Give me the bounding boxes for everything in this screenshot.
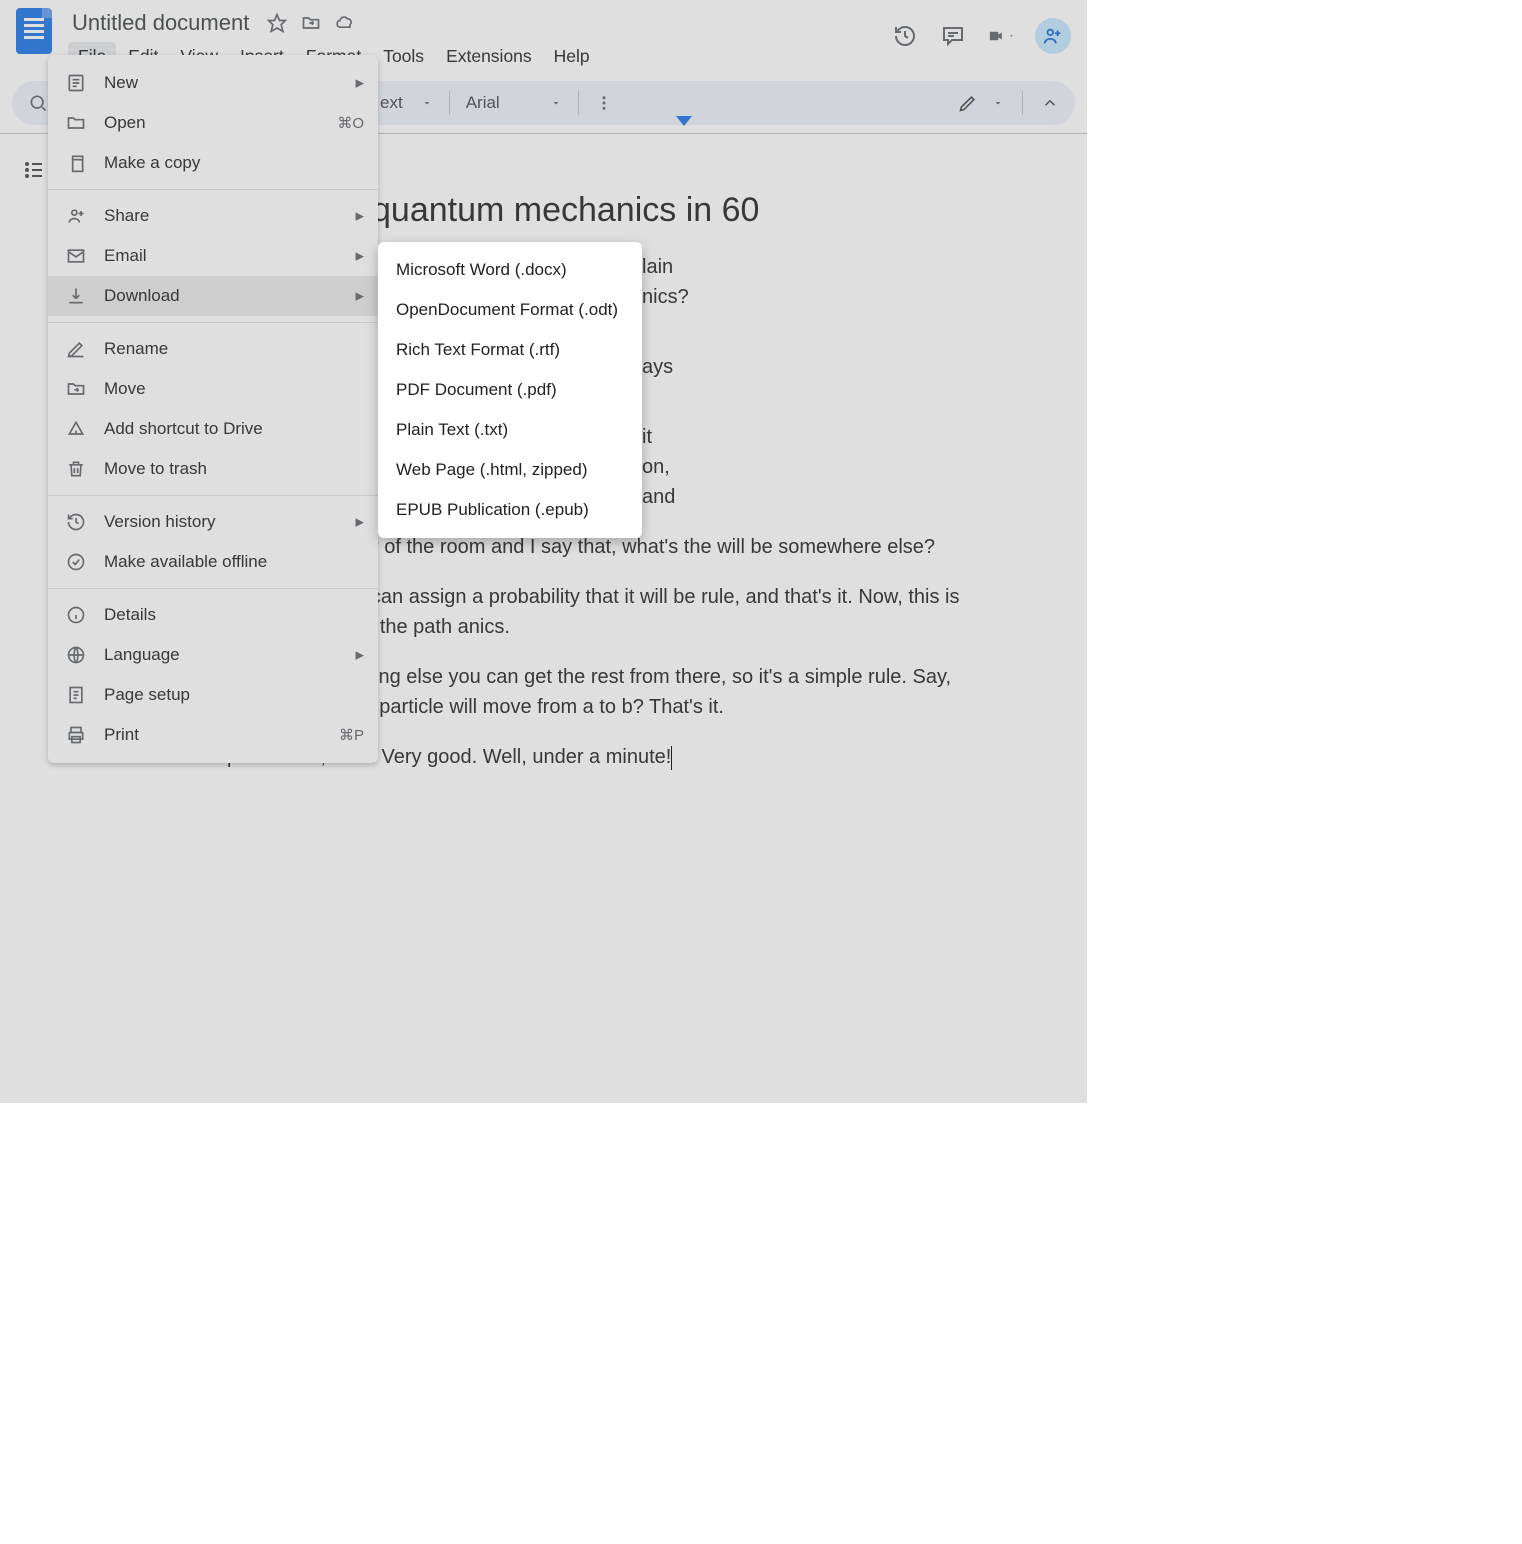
menu-item-new[interactable]: New ▸ bbox=[48, 63, 378, 103]
star-icon[interactable] bbox=[267, 13, 287, 33]
style-dropdown[interactable]: ext bbox=[380, 93, 433, 113]
download-epub[interactable]: EPUB Publication (.epub) bbox=[378, 490, 642, 530]
font-dropdown[interactable]: Arial bbox=[466, 93, 562, 113]
doc-text: lain bbox=[642, 256, 673, 278]
menu-label: Page setup bbox=[104, 685, 190, 705]
menu-item-email[interactable]: Email ▸ bbox=[48, 236, 378, 276]
rename-icon bbox=[66, 339, 86, 359]
menu-item-share[interactable]: Share ▸ bbox=[48, 196, 378, 236]
chevron-right-icon: ▸ bbox=[355, 645, 364, 665]
chevron-right-icon: ▸ bbox=[355, 73, 364, 93]
folder-icon bbox=[66, 113, 86, 133]
menu-label: Print bbox=[104, 725, 139, 745]
email-icon bbox=[66, 246, 86, 266]
chevron-right-icon: ▸ bbox=[355, 286, 364, 306]
menu-help[interactable]: Help bbox=[544, 42, 600, 71]
menu-item-make-copy[interactable]: Make a copy bbox=[48, 143, 378, 183]
menu-item-rename[interactable]: Rename bbox=[48, 329, 378, 369]
download-pdf[interactable]: PDF Document (.pdf) bbox=[378, 370, 642, 410]
menu-extensions[interactable]: Extensions bbox=[436, 42, 542, 71]
video-call-icon[interactable] bbox=[987, 22, 1015, 50]
offline-icon bbox=[66, 552, 86, 572]
move-icon bbox=[66, 379, 86, 399]
more-icon[interactable] bbox=[595, 94, 613, 112]
chevron-right-icon: ▸ bbox=[355, 206, 364, 226]
trash-icon bbox=[66, 459, 86, 479]
collapse-toolbar-icon[interactable] bbox=[1041, 94, 1059, 112]
menu-item-add-shortcut[interactable]: Add shortcut to Drive bbox=[48, 409, 378, 449]
shortcut-text: ⌘O bbox=[337, 114, 364, 132]
style-text-fragment: ext bbox=[380, 93, 403, 113]
cloud-status-icon[interactable] bbox=[335, 13, 355, 33]
doc-text: it bbox=[642, 426, 652, 448]
menu-item-details[interactable]: Details bbox=[48, 595, 378, 635]
menu-label: Version history bbox=[104, 512, 216, 532]
drive-shortcut-icon bbox=[66, 419, 86, 439]
outline-toggle-icon[interactable] bbox=[16, 152, 52, 188]
move-folder-icon[interactable] bbox=[301, 13, 321, 33]
menu-label: Make a copy bbox=[104, 153, 200, 173]
chevron-right-icon: ▸ bbox=[355, 246, 364, 266]
shortcut-text: ⌘P bbox=[339, 726, 364, 744]
search-icon[interactable] bbox=[28, 93, 48, 113]
page-icon bbox=[66, 685, 86, 705]
download-rtf[interactable]: Rich Text Format (.rtf) bbox=[378, 330, 642, 370]
menu-item-move-trash[interactable]: Move to trash bbox=[48, 449, 378, 489]
doc-text: on, bbox=[642, 456, 670, 478]
text-cursor bbox=[671, 746, 672, 770]
menu-label: Details bbox=[104, 605, 156, 625]
chevron-right-icon: ▸ bbox=[355, 512, 364, 532]
doc-text: and bbox=[642, 486, 675, 508]
menu-label: Share bbox=[104, 206, 149, 226]
menu-label: Make available offline bbox=[104, 552, 267, 572]
person-add-icon bbox=[66, 206, 86, 226]
editing-mode-dropdown[interactable] bbox=[958, 93, 1004, 113]
ruler-tab-marker[interactable] bbox=[676, 116, 692, 126]
download-odt[interactable]: OpenDocument Format (.odt) bbox=[378, 290, 642, 330]
menu-label: Download bbox=[104, 286, 180, 306]
menu-label: Add shortcut to Drive bbox=[104, 419, 263, 439]
menu-label: New bbox=[104, 73, 138, 93]
menu-item-page-setup[interactable]: Page setup bbox=[48, 675, 378, 715]
download-txt[interactable]: Plain Text (.txt) bbox=[378, 410, 642, 450]
menu-tools[interactable]: Tools bbox=[373, 42, 434, 71]
document-title[interactable]: Untitled document bbox=[68, 8, 253, 38]
globe-icon bbox=[66, 645, 86, 665]
doc-text: nics? bbox=[642, 286, 689, 308]
menu-label: Move to trash bbox=[104, 459, 207, 479]
font-name-text: Arial bbox=[466, 93, 500, 113]
print-icon bbox=[66, 725, 86, 745]
share-button[interactable] bbox=[1035, 18, 1071, 54]
menu-item-download[interactable]: Download ▸ bbox=[48, 276, 378, 316]
history-icon bbox=[66, 512, 86, 532]
menu-label: Move bbox=[104, 379, 146, 399]
menu-label: Email bbox=[104, 246, 147, 266]
menu-item-move[interactable]: Move bbox=[48, 369, 378, 409]
file-icon bbox=[66, 73, 86, 93]
doc-text: ays bbox=[642, 356, 673, 378]
download-icon bbox=[66, 286, 86, 306]
menu-item-version-history[interactable]: Version history ▸ bbox=[48, 502, 378, 542]
download-docx[interactable]: Microsoft Word (.docx) bbox=[378, 250, 642, 290]
menu-label: Open bbox=[104, 113, 146, 133]
info-icon bbox=[66, 605, 86, 625]
menu-label: Language bbox=[104, 645, 180, 665]
menu-item-offline[interactable]: Make available offline bbox=[48, 542, 378, 582]
download-submenu: Microsoft Word (.docx) OpenDocument Form… bbox=[378, 242, 642, 538]
docs-logo[interactable] bbox=[16, 8, 52, 54]
menu-item-print[interactable]: Print ⌘P bbox=[48, 715, 378, 755]
menu-item-language[interactable]: Language ▸ bbox=[48, 635, 378, 675]
comment-icon[interactable] bbox=[939, 22, 967, 50]
copy-icon bbox=[66, 153, 86, 173]
download-html[interactable]: Web Page (.html, zipped) bbox=[378, 450, 642, 490]
history-icon[interactable] bbox=[891, 22, 919, 50]
file-menu: New ▸ Open ⌘O Make a copy Share ▸ Email … bbox=[48, 55, 378, 763]
menu-label: Rename bbox=[104, 339, 168, 359]
menu-item-open[interactable]: Open ⌘O bbox=[48, 103, 378, 143]
